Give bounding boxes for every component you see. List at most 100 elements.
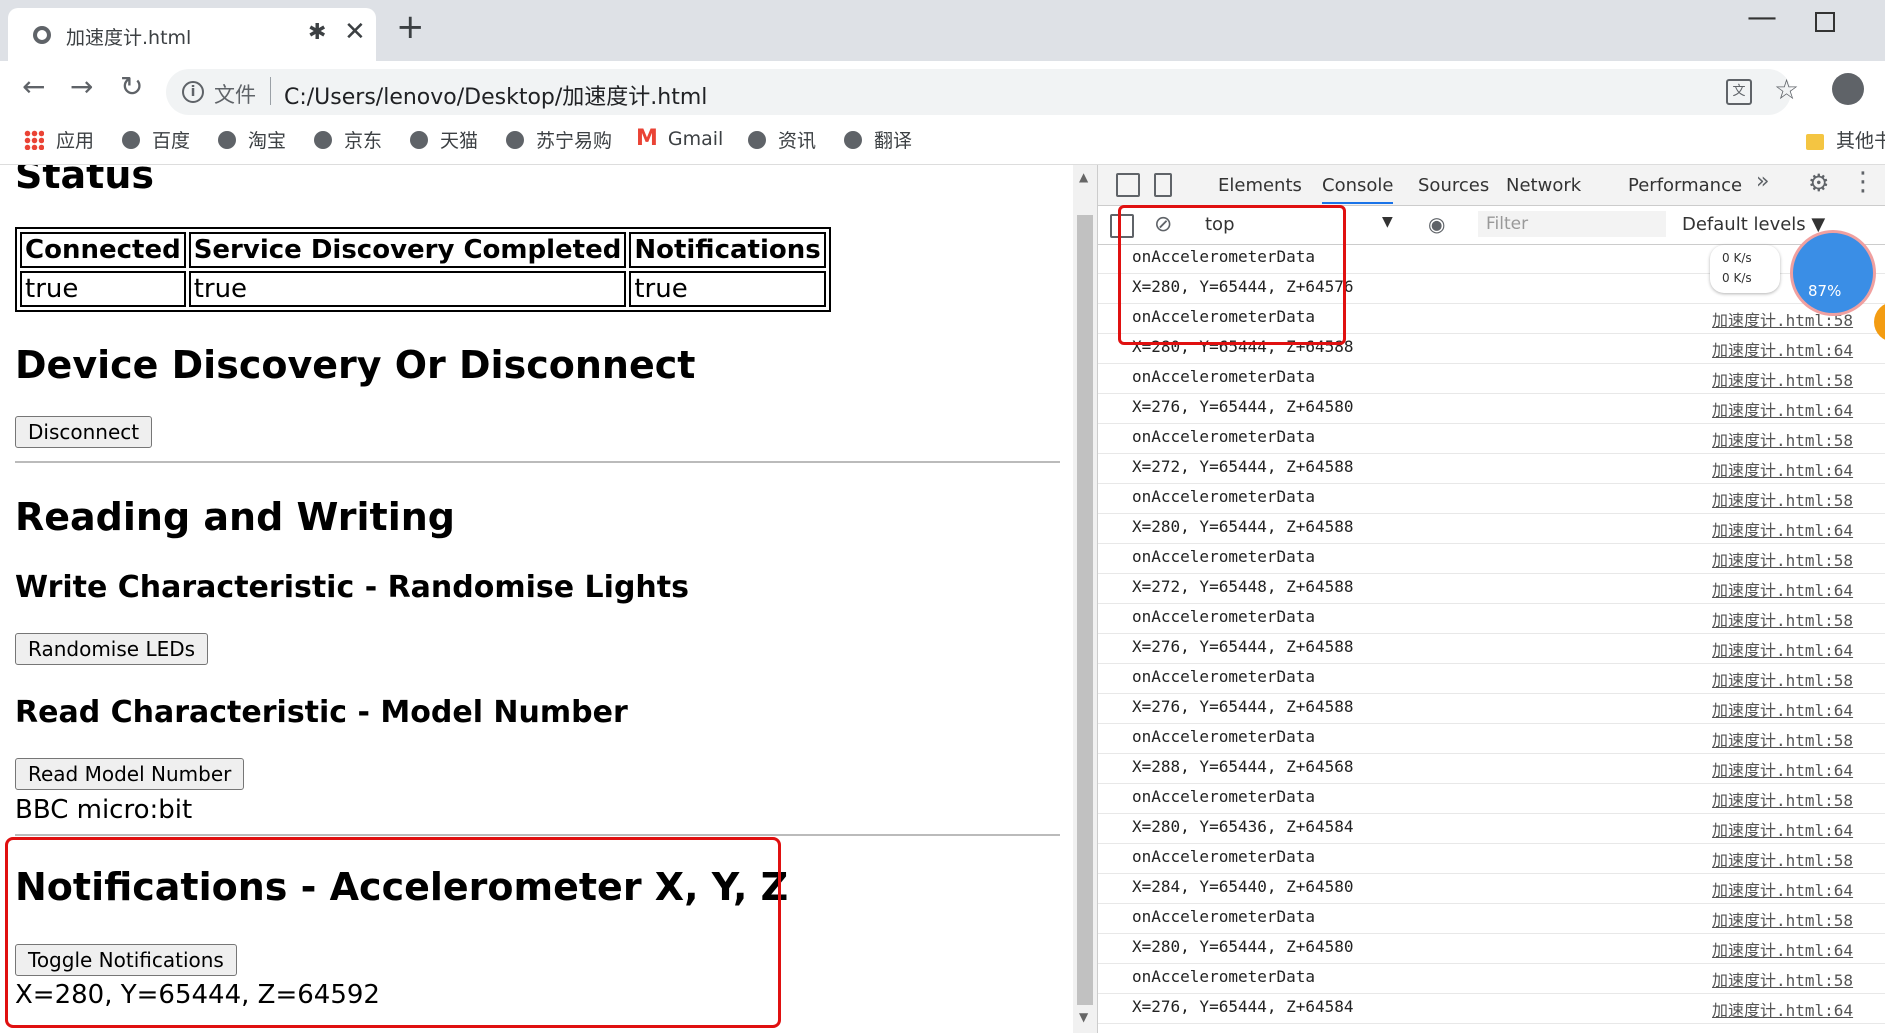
bookmark-suning[interactable]: 苏宁易购	[506, 126, 612, 153]
table-cell: true	[629, 271, 826, 307]
console-row: onAccelerometerData 加速度计.html:58	[1098, 663, 1885, 694]
console-row: onAccelerometerData 加速度计.html:58	[1098, 483, 1885, 514]
levels-dropdown[interactable]: Default levels ▼	[1682, 214, 1825, 235]
console-source-link[interactable]: 加速度计.html:64	[1712, 637, 1853, 661]
settings-gear-icon[interactable]: ⚙	[1808, 169, 1830, 197]
console-source-link[interactable]: 加速度计.html:58	[1712, 907, 1853, 931]
console-source-link[interactable]: 加速度计.html:58	[1712, 967, 1853, 991]
tab-console[interactable]: Console	[1322, 175, 1394, 204]
eye-icon[interactable]: ◉	[1428, 212, 1445, 236]
reload-icon[interactable]: ↻	[120, 73, 143, 101]
console-message: onAccelerometerData	[1132, 847, 1316, 866]
back-icon[interactable]: ←	[22, 73, 45, 101]
maximize-button[interactable]	[1815, 12, 1835, 32]
bookmark-gmail[interactable]: M Gmail	[636, 126, 723, 151]
scroll-up-icon[interactable]: ▲	[1079, 170, 1088, 184]
tab-elements[interactable]: Elements	[1218, 175, 1302, 196]
read-heading: Read Characteristic - Model Number	[15, 695, 628, 730]
bookmark-taobao[interactable]: 淘宝	[218, 126, 286, 153]
console-message: onAccelerometerData	[1132, 547, 1316, 566]
bookmark-baidu[interactable]: 百度	[122, 126, 190, 153]
disconnect-button[interactable]: Disconnect	[15, 416, 153, 448]
browser-tab[interactable]: 加速度计.html ✱ ✕	[8, 8, 376, 61]
write-heading: Write Characteristic - Randomise Lights	[15, 570, 689, 605]
minimize-button[interactable]: —	[1747, 0, 1777, 35]
console-source-link[interactable]: 加速度计.html:64	[1712, 397, 1853, 421]
assistant-ball-icon[interactable]	[1790, 230, 1876, 316]
chevron-down-icon[interactable]: ▼	[1382, 214, 1393, 230]
inspect-icon[interactable]	[1116, 173, 1140, 197]
bookmark-news[interactable]: 资讯	[748, 126, 816, 153]
bookmark-translate[interactable]: 翻译	[844, 126, 912, 153]
console-row: X=276, Y=65444, Z+64588 加速度计.html:64	[1098, 693, 1885, 724]
console-source-link[interactable]: 加速度计.html:64	[1712, 337, 1853, 361]
console-message: onAccelerometerData	[1132, 427, 1316, 446]
bookmark-star-icon[interactable]: ☆	[1774, 73, 1799, 106]
more-tabs-icon[interactable]: »	[1756, 169, 1769, 194]
console-message: onAccelerometerData	[1132, 787, 1316, 806]
console-source-link[interactable]: 加速度计.html:58	[1712, 787, 1853, 811]
console-message: X=280, Y=65444, Z+64588	[1132, 517, 1354, 536]
console-message: onAccelerometerData	[1132, 667, 1316, 686]
console-log: onAccelerometerData X=280, Y=65444, Z+645…	[1098, 245, 1885, 1033]
translate-icon[interactable]: 文	[1726, 79, 1752, 105]
new-tab-button[interactable]: +	[396, 10, 425, 44]
console-message: X=272, Y=65448, Z+64588	[1132, 577, 1354, 596]
console-source-link[interactable]: 加速度计.html:64	[1712, 757, 1853, 781]
table-cell: true	[20, 271, 186, 307]
console-source-link[interactable]: 加速度计.html:64	[1712, 877, 1853, 901]
console-source-link[interactable]: 加速度计.html:64	[1712, 697, 1853, 721]
model-number-value: BBC micro:bit	[15, 795, 193, 825]
console-message: X=276, Y=65444, Z+64580	[1132, 397, 1354, 416]
console-source-link[interactable]: 加速度计.html:64	[1712, 457, 1853, 481]
globe-icon	[844, 130, 862, 149]
tab-network[interactable]: Network	[1506, 175, 1581, 196]
assistant-percentage: 87%	[1808, 282, 1842, 300]
devtools-panel: Elements Console Sources Network Perform…	[1097, 165, 1885, 1033]
console-source-link[interactable]: 加速度计.html:58	[1712, 367, 1853, 391]
console-source-link[interactable]: 加速度计.html:64	[1712, 517, 1853, 541]
console-message: onAccelerometerData	[1132, 367, 1316, 386]
table-header: Service Discovery Completed	[188, 232, 627, 268]
console-source-link[interactable]: 加速度计.html:58	[1712, 427, 1853, 451]
console-message: onAccelerometerData	[1132, 607, 1316, 626]
console-message: onAccelerometerData	[1132, 487, 1316, 506]
console-source-link[interactable]: 加速度计.html:58	[1712, 847, 1853, 871]
scroll-down-icon[interactable]: ▼	[1079, 1010, 1088, 1024]
bookmark-apps[interactable]: 应用	[24, 126, 94, 153]
console-source-link[interactable]: 加速度计.html:64	[1712, 937, 1853, 961]
profile-icon[interactable]	[1832, 73, 1864, 105]
info-icon[interactable]: i	[182, 81, 204, 103]
bookmark-jd[interactable]: 京东	[314, 126, 382, 153]
address-bar[interactable]: i 文件 C:/Users/lenovo/Desktop/加速度计.html 文…	[166, 69, 1799, 115]
console-source-link[interactable]: 加速度计.html:64	[1712, 577, 1853, 601]
toolbar: ← → ↻ i 文件 C:/Users/lenovo/Desktop/加速度计.…	[0, 61, 1885, 122]
console-source-link[interactable]: 加速度计.html:58	[1712, 667, 1853, 691]
console-source-link[interactable]: 加速度计.html:64	[1712, 997, 1853, 1021]
randomise-leds-button[interactable]: Randomise LEDs	[15, 633, 209, 665]
tab-sources[interactable]: Sources	[1418, 175, 1489, 196]
read-model-number-button[interactable]: Read Model Number	[15, 758, 245, 790]
console-source-link[interactable]: 加速度计.html:58	[1712, 547, 1853, 571]
page-content: Status Connected Service Discovery Compl…	[0, 165, 1073, 1033]
console-row: X=288, Y=65444, Z+64568 加速度计.html:64	[1098, 753, 1885, 784]
tab-performance[interactable]: Performance	[1628, 175, 1742, 196]
device-toolbar-icon[interactable]	[1154, 173, 1172, 197]
scrollbar-thumb[interactable]	[1077, 215, 1093, 1005]
console-message: X=284, Y=65440, Z+64580	[1132, 877, 1354, 896]
console-source-link[interactable]: 加速度计.html:58	[1712, 607, 1853, 631]
console-message: X=276, Y=65444, Z+64588	[1132, 637, 1354, 656]
console-source-link[interactable]: 加速度计.html:58	[1712, 487, 1853, 511]
console-source-link[interactable]: 加速度计.html:58	[1712, 727, 1853, 751]
more-options-icon[interactable]: ⋮	[1850, 167, 1876, 197]
file-label: 文件	[214, 83, 256, 107]
tab-close-icon[interactable]: ✕	[344, 17, 366, 47]
console-source-link[interactable]: 加速度计.html:64	[1712, 817, 1853, 841]
forward-icon[interactable]: →	[70, 73, 93, 101]
bookmark-tmall[interactable]: 天猫	[410, 126, 478, 153]
bookmark-other[interactable]: 其他书	[1806, 126, 1885, 153]
console-row: X=284, Y=65440, Z+64580 加速度计.html:64	[1098, 873, 1885, 904]
filter-input[interactable]: Filter	[1478, 211, 1666, 237]
url-text[interactable]: C:/Users/lenovo/Desktop/加速度计.html	[284, 79, 707, 111]
globe-icon	[218, 130, 236, 149]
